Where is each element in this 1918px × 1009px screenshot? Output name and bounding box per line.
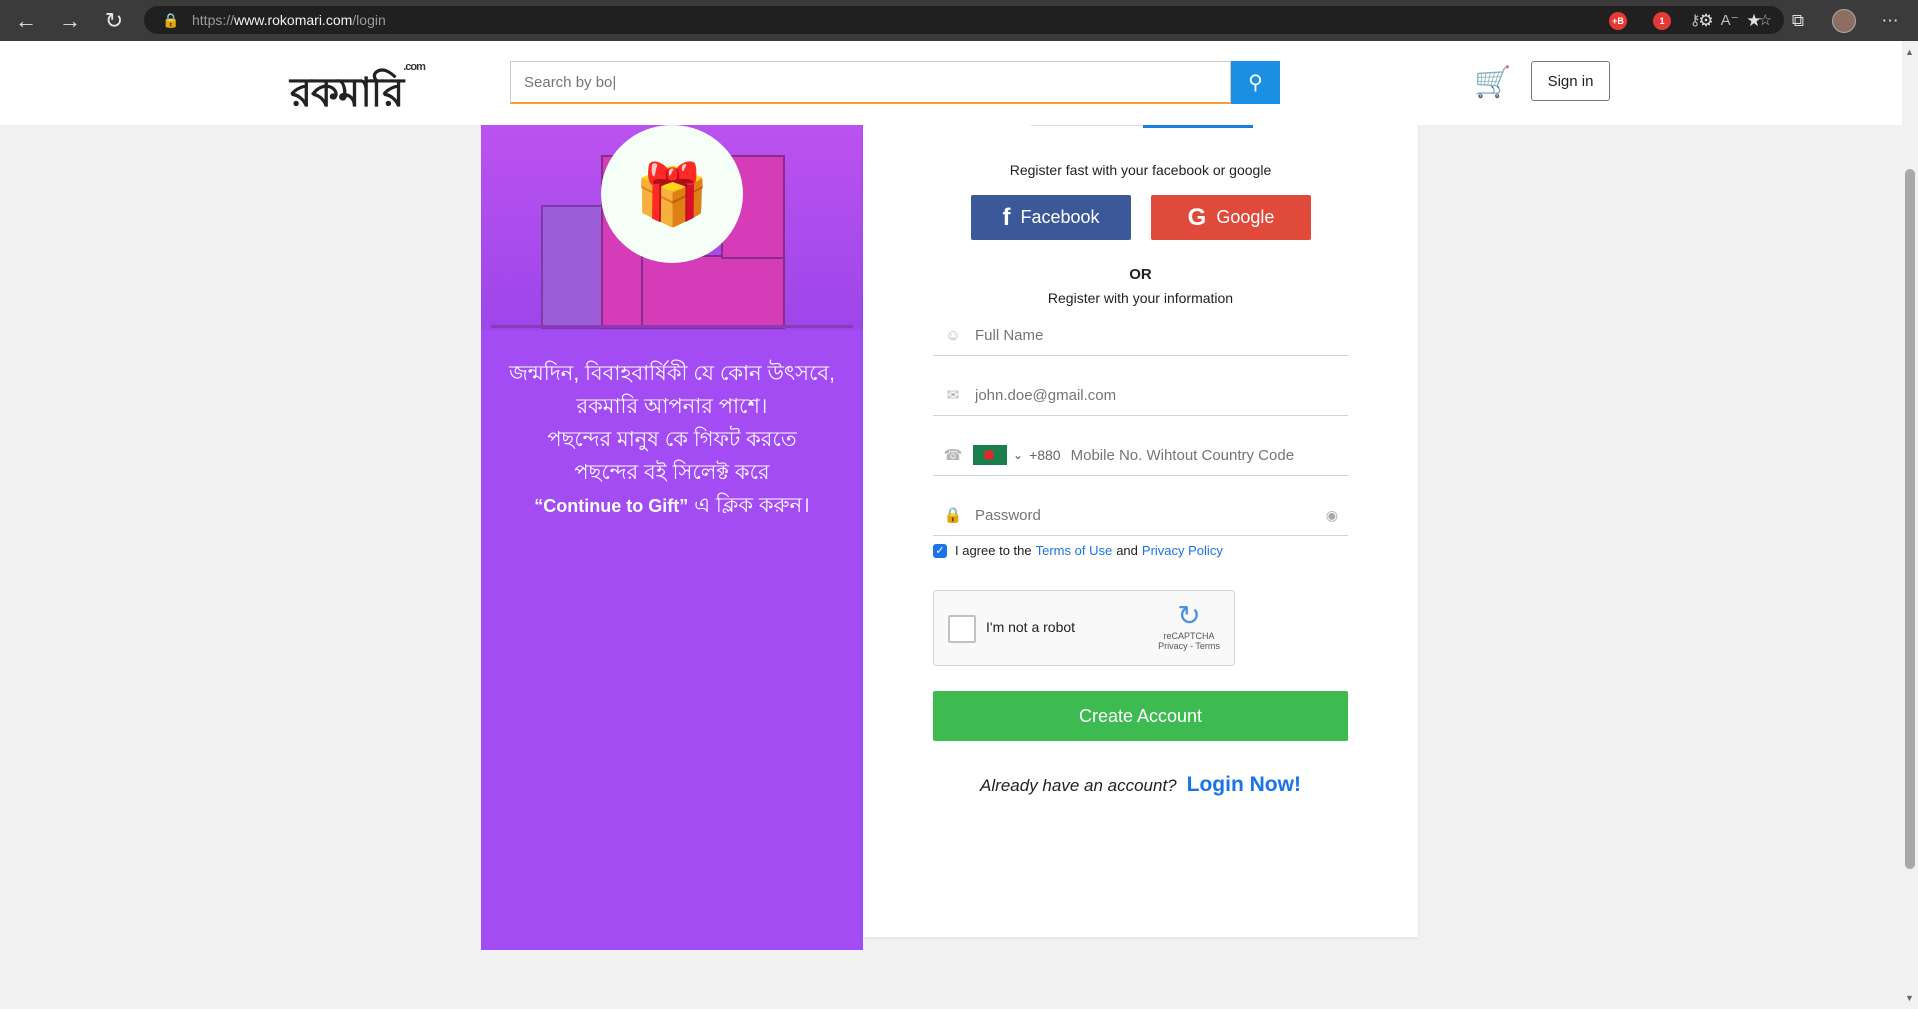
google-icon: G xyxy=(1187,203,1207,231)
login-prompt: Already have an account? Login Now! xyxy=(980,773,1301,796)
lock-icon: 🔒 xyxy=(162,11,180,28)
address-bar[interactable]: 🔒 https://www.rokomari.com/login ⚷ A⁻ ☆ xyxy=(144,6,1784,34)
info-prompt: Register with your information xyxy=(1047,290,1234,306)
reload-icon[interactable]: ↻ xyxy=(94,0,134,41)
scroll-down-icon[interactable]: ▼ xyxy=(1905,993,1914,1003)
phone-icon: ☎ xyxy=(943,447,963,464)
ground-line xyxy=(491,325,853,328)
login-now-link[interactable]: Login Now! xyxy=(1187,773,1301,796)
chevron-down-icon[interactable]: ⌄ xyxy=(1013,448,1023,462)
envelope-icon: ✉ xyxy=(946,387,960,404)
lock-icon: 🔒 xyxy=(943,507,963,524)
favorites-icon[interactable]: ★ xyxy=(1734,0,1774,41)
bangladesh-flag-icon[interactable] xyxy=(973,445,1007,465)
cart-icon[interactable]: 🛒 xyxy=(1474,65,1511,101)
full-name-field: ☺ xyxy=(933,315,1348,356)
back-icon[interactable]: ← xyxy=(6,0,46,41)
gift-promo-panel: 🎁 জন্মদিন, বিবাহবার্ষিকী যে কোন উৎসবে, র… xyxy=(481,125,863,950)
privacy-link[interactable]: Privacy Policy xyxy=(1142,543,1223,558)
sign-in-button[interactable]: Sign in xyxy=(1531,61,1610,101)
extension-badge-icon[interactable]: 1 xyxy=(1642,0,1682,41)
google-button[interactable]: G Google xyxy=(1151,195,1311,240)
full-name-input[interactable] xyxy=(973,325,1348,345)
gift-icon: 🎁 xyxy=(601,125,743,263)
terms-link[interactable]: Terms of Use xyxy=(1036,543,1113,558)
facebook-button[interactable]: f Facebook xyxy=(971,195,1131,240)
scrollbar-thumb[interactable] xyxy=(1905,169,1915,869)
password-input[interactable] xyxy=(973,505,1326,525)
email-input[interactable] xyxy=(973,385,1348,405)
gift-illustration: 🎁 xyxy=(481,125,863,330)
search-icon: ⚲ xyxy=(1248,72,1263,94)
forward-icon[interactable]: → xyxy=(50,0,90,41)
extension-red-icon[interactable]: +B xyxy=(1598,0,1638,41)
register-card: Register fast with your facebook or goog… xyxy=(863,125,1418,937)
promo-message: জন্মদিন, বিবাহবার্ষিকী যে কোন উৎসবে, রকম… xyxy=(509,362,835,517)
facebook-icon: f xyxy=(1002,203,1011,231)
tab-active-indicator xyxy=(1143,125,1253,128)
phone-field: ☎ ⌄ +880 xyxy=(933,435,1348,476)
menu-more-icon[interactable]: ⋯ xyxy=(1870,0,1910,41)
create-account-button[interactable]: Create Account xyxy=(933,691,1348,741)
gift-box-right xyxy=(641,255,785,329)
tab-divider xyxy=(1031,125,1143,126)
or-divider: OR xyxy=(1129,266,1152,283)
page-scrollbar[interactable]: ▲ ▼ xyxy=(1902,41,1918,1009)
search-input[interactable] xyxy=(522,72,1206,92)
extensions-puzzle-icon[interactable]: ⚙ xyxy=(1686,0,1726,41)
recaptcha-icon: ↻ xyxy=(1177,600,1201,631)
scroll-up-icon[interactable]: ▲ xyxy=(1905,47,1914,57)
password-field: 🔒 ◉ xyxy=(933,495,1348,536)
search-button[interactable]: ⚲ xyxy=(1231,61,1280,104)
recaptcha-logo: ↻ reCAPTCHA Privacy - Terms xyxy=(1154,600,1224,652)
search-box xyxy=(510,61,1231,104)
email-field: ✉ xyxy=(933,375,1348,416)
site-logo[interactable]: রকমারি.com xyxy=(290,61,426,128)
recaptcha-checkbox[interactable] xyxy=(948,615,976,643)
site-header: রকমারি.com ⚲ 🛒 Sign in xyxy=(0,41,1902,125)
eye-icon[interactable]: ◉ xyxy=(1326,507,1338,524)
profile-avatar[interactable] xyxy=(1824,0,1864,41)
social-prompt: Register fast with your facebook or goog… xyxy=(1009,162,1272,178)
country-code: +880 xyxy=(1029,447,1061,463)
agree-terms: ✓ I agree to the Terms of Use and Privac… xyxy=(933,543,1227,558)
page-content: রকমারি.com ⚲ 🛒 Sign in 🎁 জন্মদিন, বিবাহব… xyxy=(0,41,1902,1009)
url-text: https://www.rokomari.com/login xyxy=(192,12,386,28)
recaptcha-label: I'm not a robot xyxy=(986,619,1076,635)
agree-checkbox[interactable]: ✓ xyxy=(933,543,947,558)
recaptcha-widget: I'm not a robot ↻ reCAPTCHA Privacy - Te… xyxy=(933,590,1235,666)
phone-input[interactable] xyxy=(1068,445,1348,465)
browser-toolbar: ← → ↻ 🔒 https://www.rokomari.com/login ⚷… xyxy=(0,0,1918,41)
gift-box-left xyxy=(541,205,605,329)
collections-icon[interactable]: ⧉ xyxy=(1778,0,1818,41)
user-icon: ☺ xyxy=(945,326,961,344)
